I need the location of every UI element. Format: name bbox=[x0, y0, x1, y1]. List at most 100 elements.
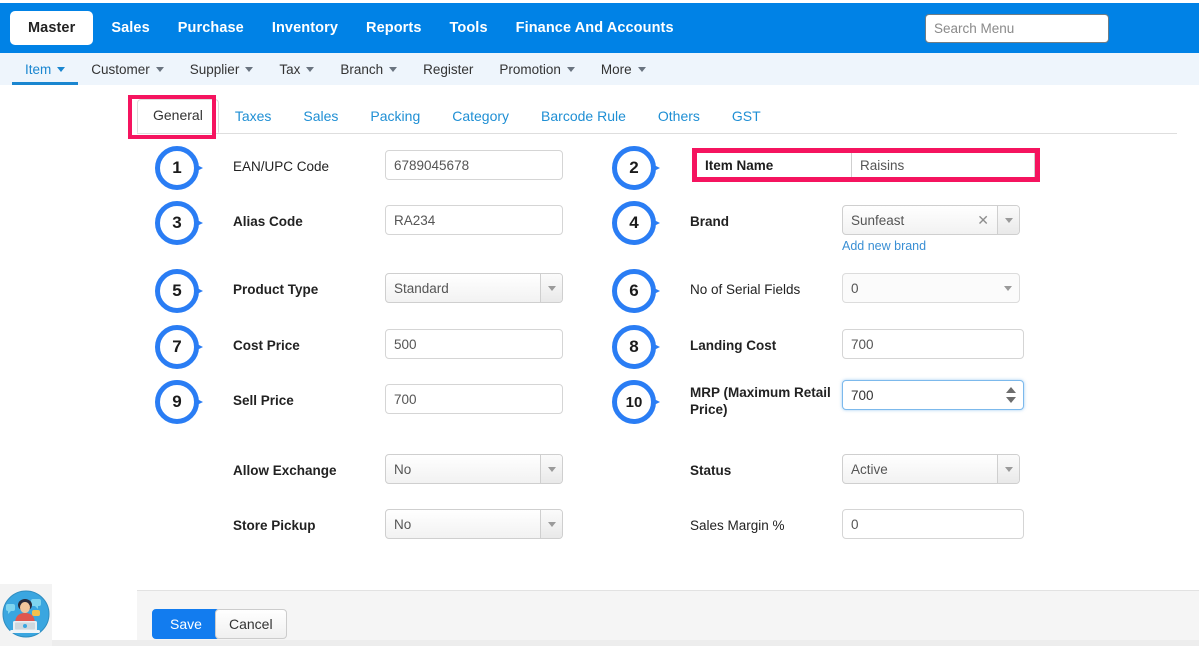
control-mrp bbox=[842, 380, 1024, 410]
chevron-down-icon bbox=[245, 67, 253, 72]
chevron-down-icon[interactable] bbox=[540, 274, 562, 302]
control-no-of-serial-fields: 0 bbox=[842, 273, 1020, 303]
select-brand[interactable]: Sunfeast ✕ bbox=[842, 205, 1020, 235]
label-store-pickup: Store Pickup bbox=[233, 517, 381, 534]
tab-barcode-rule[interactable]: Barcode Rule bbox=[525, 100, 642, 133]
add-new-brand-link[interactable]: Add new brand bbox=[842, 239, 926, 253]
subnav-label-supplier: Supplier bbox=[190, 62, 240, 77]
topnav-item-master[interactable]: Master bbox=[10, 11, 93, 45]
topnav-item-reports[interactable]: Reports bbox=[352, 12, 436, 44]
cancel-button[interactable]: Cancel bbox=[215, 609, 287, 639]
tab-packing[interactable]: Packing bbox=[354, 100, 436, 133]
tab-sales[interactable]: Sales bbox=[287, 100, 354, 133]
label-cost-price: Cost Price bbox=[233, 337, 381, 354]
select-status[interactable]: Active bbox=[842, 454, 1020, 484]
callout-badge-8: 8 bbox=[612, 325, 658, 371]
control-cost-price bbox=[385, 329, 563, 359]
control-brand: Sunfeast ✕ bbox=[842, 205, 1020, 235]
tabs-divider bbox=[137, 133, 1177, 134]
tab-others[interactable]: Others bbox=[642, 100, 716, 133]
chevron-down-icon[interactable] bbox=[997, 206, 1019, 234]
field-row-no-of-serial-fields: 6 No of Serial Fields 0 bbox=[612, 269, 1042, 325]
chevron-down-icon[interactable] bbox=[540, 455, 562, 483]
field-row-product-type: 5 Product Type Standard bbox=[155, 269, 575, 325]
label-sell-price: Sell Price bbox=[233, 392, 381, 409]
control-alias-code bbox=[385, 205, 563, 235]
label-product-type: Product Type bbox=[233, 281, 381, 298]
search-menu-input[interactable] bbox=[925, 14, 1109, 43]
topnav-item-purchase[interactable]: Purchase bbox=[164, 12, 258, 44]
primary-nav-items: Master Sales Purchase Inventory Reports … bbox=[0, 11, 688, 45]
callout-badge-1: 1 bbox=[155, 146, 201, 192]
topnav-item-inventory[interactable]: Inventory bbox=[258, 12, 352, 44]
input-landing-cost[interactable] bbox=[842, 329, 1024, 359]
input-sell-price[interactable] bbox=[385, 384, 563, 414]
input-sales-margin[interactable] bbox=[842, 509, 1024, 539]
topnav-item-sales[interactable]: Sales bbox=[97, 12, 163, 44]
subnav-item-item[interactable]: Item bbox=[12, 53, 78, 85]
control-sales-margin bbox=[842, 509, 1024, 539]
select-no-of-serial-fields[interactable]: 0 bbox=[842, 273, 1020, 303]
field-row-mrp: 10 MRP (Maximum Retail Price) bbox=[612, 380, 1042, 436]
subnav-label-customer: Customer bbox=[91, 62, 150, 77]
control-landing-cost bbox=[842, 329, 1024, 359]
field-row-sales-margin: Sales Margin % bbox=[612, 505, 1042, 561]
tab-general[interactable]: General bbox=[137, 99, 219, 133]
select-value-store-pickup: No bbox=[394, 517, 411, 532]
input-item-name[interactable]: Raisins bbox=[852, 153, 1035, 177]
chevron-down-icon[interactable] bbox=[997, 455, 1019, 483]
subnav-item-customer[interactable]: Customer bbox=[78, 53, 177, 85]
input-mrp[interactable] bbox=[842, 380, 1024, 410]
label-status: Status bbox=[690, 462, 838, 479]
tab-category[interactable]: Category bbox=[436, 100, 525, 133]
label-alias-code: Alias Code bbox=[233, 213, 381, 230]
label-item-name: Item Name bbox=[697, 153, 852, 177]
input-alias-code[interactable] bbox=[385, 205, 563, 235]
field-row-cost-price: 7 Cost Price bbox=[155, 325, 575, 381]
subnav-item-supplier[interactable]: Supplier bbox=[177, 53, 267, 85]
control-product-type: Standard bbox=[385, 273, 563, 303]
label-landing-cost: Landing Cost bbox=[690, 337, 838, 354]
subnav-item-branch[interactable]: Branch bbox=[327, 53, 410, 85]
select-allow-exchange[interactable]: No bbox=[385, 454, 563, 484]
subnav-item-register[interactable]: Register bbox=[410, 53, 486, 85]
control-ean-upc-code bbox=[385, 150, 563, 180]
subnav-label-item: Item bbox=[25, 62, 51, 77]
number-spinner-icon[interactable] bbox=[1006, 387, 1016, 403]
form-tabs: General Taxes Sales Packing Category Bar… bbox=[137, 96, 1177, 134]
subnav-item-tax[interactable]: Tax bbox=[266, 53, 327, 85]
input-ean-upc-code[interactable] bbox=[385, 150, 563, 180]
chevron-down-icon[interactable] bbox=[540, 510, 562, 538]
select-value-product-type: Standard bbox=[394, 281, 449, 296]
control-store-pickup: No bbox=[385, 509, 563, 539]
label-no-of-serial-fields: No of Serial Fields bbox=[690, 281, 838, 298]
item-general-form: 1 EAN/UPC Code 3 Alias Code 5 Product Ty… bbox=[0, 140, 1199, 560]
select-value-allow-exchange: No bbox=[394, 462, 411, 477]
callout-badge-5: 5 bbox=[155, 269, 201, 315]
label-sales-margin: Sales Margin % bbox=[690, 517, 838, 534]
select-product-type[interactable]: Standard bbox=[385, 273, 563, 303]
subnav-label-branch: Branch bbox=[340, 62, 383, 77]
chevron-down-icon bbox=[156, 67, 164, 72]
label-mrp: MRP (Maximum Retail Price) bbox=[690, 384, 838, 418]
chevron-down-icon bbox=[638, 67, 646, 72]
clear-icon[interactable]: ✕ bbox=[977, 213, 989, 227]
select-store-pickup[interactable]: No bbox=[385, 509, 563, 539]
save-button[interactable]: Save bbox=[152, 609, 220, 639]
topnav-item-tools[interactable]: Tools bbox=[436, 12, 502, 44]
input-cost-price[interactable] bbox=[385, 329, 563, 359]
field-row-alias-code: 3 Alias Code bbox=[155, 201, 575, 257]
chat-support-avatar-icon[interactable] bbox=[2, 590, 50, 638]
chevron-down-icon[interactable] bbox=[997, 274, 1019, 302]
form-action-bar: Save Cancel bbox=[137, 590, 1199, 642]
field-row-landing-cost: 8 Landing Cost bbox=[612, 325, 1042, 381]
subnav-item-promotion[interactable]: Promotion bbox=[486, 53, 588, 85]
tab-gst[interactable]: GST bbox=[716, 100, 777, 133]
topnav-item-finance-and-accounts[interactable]: Finance And Accounts bbox=[502, 12, 688, 44]
callout-badge-4: 4 bbox=[612, 201, 658, 247]
tab-taxes[interactable]: Taxes bbox=[219, 100, 288, 133]
subnav-item-more[interactable]: More bbox=[588, 53, 659, 85]
field-row-allow-exchange: Allow Exchange No bbox=[155, 450, 575, 506]
field-row-store-pickup: Store Pickup No bbox=[155, 505, 575, 561]
control-allow-exchange: No bbox=[385, 454, 563, 484]
